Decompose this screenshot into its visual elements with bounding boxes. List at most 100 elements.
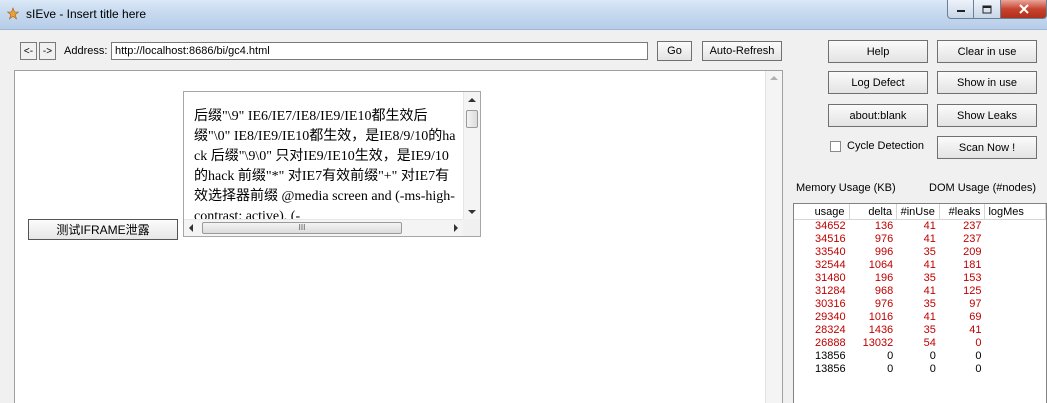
scan-now-button[interactable]: Scan Now ! — [937, 136, 1037, 159]
cell-delta: 0 — [887, 350, 894, 362]
iframe-horizontal-scroll-thumb[interactable]: III — [202, 222, 402, 234]
memory-usage-label: Memory Usage (KB) — [796, 182, 896, 194]
cycle-detection-label: Cycle Detection — [847, 140, 925, 152]
cell-leaks: 237 — [963, 233, 982, 245]
cell-logmes — [986, 363, 1047, 376]
cell-inuse: 41 — [923, 233, 936, 245]
cell-delta: 1016 — [868, 311, 894, 323]
iframe-vertical-scroll-thumb[interactable] — [466, 110, 478, 128]
cell-delta: 996 — [874, 246, 894, 258]
column-header-logmes[interactable]: logMes — [985, 204, 1046, 219]
memory-usage-grid[interactable]: usage delta #inUse #leaks logMes 34652 13… — [793, 203, 1047, 403]
checkbox-box[interactable] — [830, 140, 841, 152]
cell-logmes — [986, 246, 1047, 259]
show-in-use-button[interactable]: Show in use — [937, 71, 1037, 94]
table-row[interactable]: 32544 1064 41 181 — [794, 259, 1046, 272]
show-leaks-button[interactable]: Show Leaks — [937, 104, 1037, 127]
table-row[interactable]: 33540 996 35 209 — [794, 246, 1046, 259]
cell-leaks: 153 — [963, 272, 982, 284]
cell-leaks: 69 — [969, 311, 982, 323]
app-icon — [6, 7, 20, 20]
cell-logmes — [986, 350, 1047, 363]
cell-leaks: 41 — [969, 324, 982, 336]
clear-in-use-button[interactable]: Clear in use — [937, 40, 1037, 63]
minimize-button[interactable] — [947, 0, 974, 19]
iframe-frame: 后缀"\9" IE6/IE7/IE8/IE9/IE10都生效后缀"\0" IE8… — [183, 91, 481, 237]
scroll-up-arrow-icon[interactable] — [468, 98, 476, 102]
cell-leaks: 0 — [975, 350, 982, 362]
address-label: Address: — [64, 45, 108, 57]
table-row[interactable]: 34516 976 41 237 — [794, 233, 1046, 246]
table-row[interactable]: 13856 0 0 0 — [794, 363, 1046, 376]
title-bar: sIEve - Insert title here — [0, 0, 1047, 30]
scrollbar-corner — [463, 219, 480, 236]
minimize-icon — [956, 10, 965, 12]
column-header-leaks[interactable]: #leaks — [940, 204, 986, 219]
table-row[interactable]: 26888 13032 54 0 — [794, 337, 1046, 350]
forward-button[interactable]: -> — [39, 42, 56, 60]
main-scroll-up-arrow-icon[interactable] — [770, 76, 778, 80]
auto-refresh-button[interactable]: Auto-Refresh — [702, 41, 782, 61]
cell-delta: 0 — [887, 363, 894, 375]
cell-inuse: 0 — [929, 363, 936, 375]
cell-delta: 13032 — [862, 337, 894, 349]
test-iframe-leak-button[interactable]: 测试IFRAME泄露 — [28, 219, 178, 240]
scroll-down-arrow-icon[interactable] — [468, 210, 476, 214]
cell-usage: 28324 — [814, 324, 846, 336]
table-row[interactable]: 29340 1016 41 69 — [794, 311, 1046, 324]
help-button[interactable]: Help — [828, 40, 928, 63]
cell-leaks: 181 — [963, 259, 982, 271]
table-row[interactable]: 31284 968 41 125 — [794, 285, 1046, 298]
scroll-left-arrow-icon[interactable] — [189, 224, 193, 232]
iframe-content-text: 后缀"\9" IE6/IE7/IE8/IE9/IE10都生效后缀"\0" IE8… — [194, 109, 456, 224]
column-header-inuse[interactable]: #inUse — [897, 204, 940, 219]
cell-inuse: 41 — [923, 285, 936, 297]
table-row[interactable]: 30316 976 35 97 — [794, 298, 1046, 311]
window-controls — [947, 0, 1047, 21]
cell-inuse: 0 — [929, 350, 936, 362]
cell-logmes — [986, 272, 1047, 285]
back-button[interactable]: <- — [20, 42, 37, 60]
cell-delta: 1436 — [868, 324, 894, 336]
iframe-vertical-scrollbar[interactable] — [463, 92, 480, 221]
cell-inuse: 54 — [923, 337, 936, 349]
cell-logmes — [986, 220, 1047, 233]
about-blank-button[interactable]: about:blank — [828, 104, 928, 127]
cell-logmes — [986, 337, 1047, 350]
main-vertical-scrollbar[interactable] — [765, 71, 782, 403]
table-row[interactable]: 28324 1436 35 41 — [794, 324, 1046, 337]
address-input[interactable] — [111, 42, 648, 60]
maximize-button[interactable] — [974, 0, 1001, 19]
maximize-icon — [982, 5, 992, 13]
cell-inuse: 35 — [923, 324, 936, 336]
column-header-usage[interactable]: usage — [794, 204, 850, 219]
cycle-detection-checkbox[interactable]: Cycle Detection — [830, 140, 924, 152]
cell-leaks: 209 — [963, 246, 982, 258]
go-button[interactable]: Go — [657, 41, 692, 61]
cell-usage: 13856 — [814, 363, 846, 375]
cell-inuse: 35 — [923, 272, 936, 284]
cell-delta: 976 — [874, 233, 894, 245]
table-row[interactable]: 13856 0 0 0 — [794, 350, 1046, 363]
table-row[interactable]: 34652 136 41 237 — [794, 220, 1046, 233]
close-button[interactable] — [1001, 0, 1047, 19]
cell-logmes — [986, 285, 1047, 298]
cell-delta: 196 — [874, 272, 894, 284]
table-row[interactable]: 31480 196 35 153 — [794, 272, 1046, 285]
cell-logmes — [986, 311, 1047, 324]
cell-inuse: 35 — [923, 246, 936, 258]
cell-leaks: 0 — [975, 363, 982, 375]
cell-usage: 33540 — [814, 246, 846, 258]
iframe-horizontal-scrollbar[interactable]: III — [184, 219, 465, 236]
cell-usage: 31480 — [814, 272, 846, 284]
window-title: sIEve - Insert title here — [26, 7, 147, 21]
cell-leaks: 237 — [963, 220, 982, 232]
cell-usage: 34516 — [814, 233, 846, 245]
cell-inuse: 35 — [923, 298, 936, 310]
column-header-delta[interactable]: delta — [850, 204, 898, 219]
scroll-right-arrow-icon[interactable] — [454, 224, 458, 232]
grid-body: 34652 136 41 237 34516 976 41 237 33540 996 35 209 3… — [794, 220, 1046, 376]
log-defect-button[interactable]: Log Defect — [828, 71, 928, 94]
cell-logmes — [986, 324, 1047, 337]
cell-delta: 968 — [874, 285, 894, 297]
